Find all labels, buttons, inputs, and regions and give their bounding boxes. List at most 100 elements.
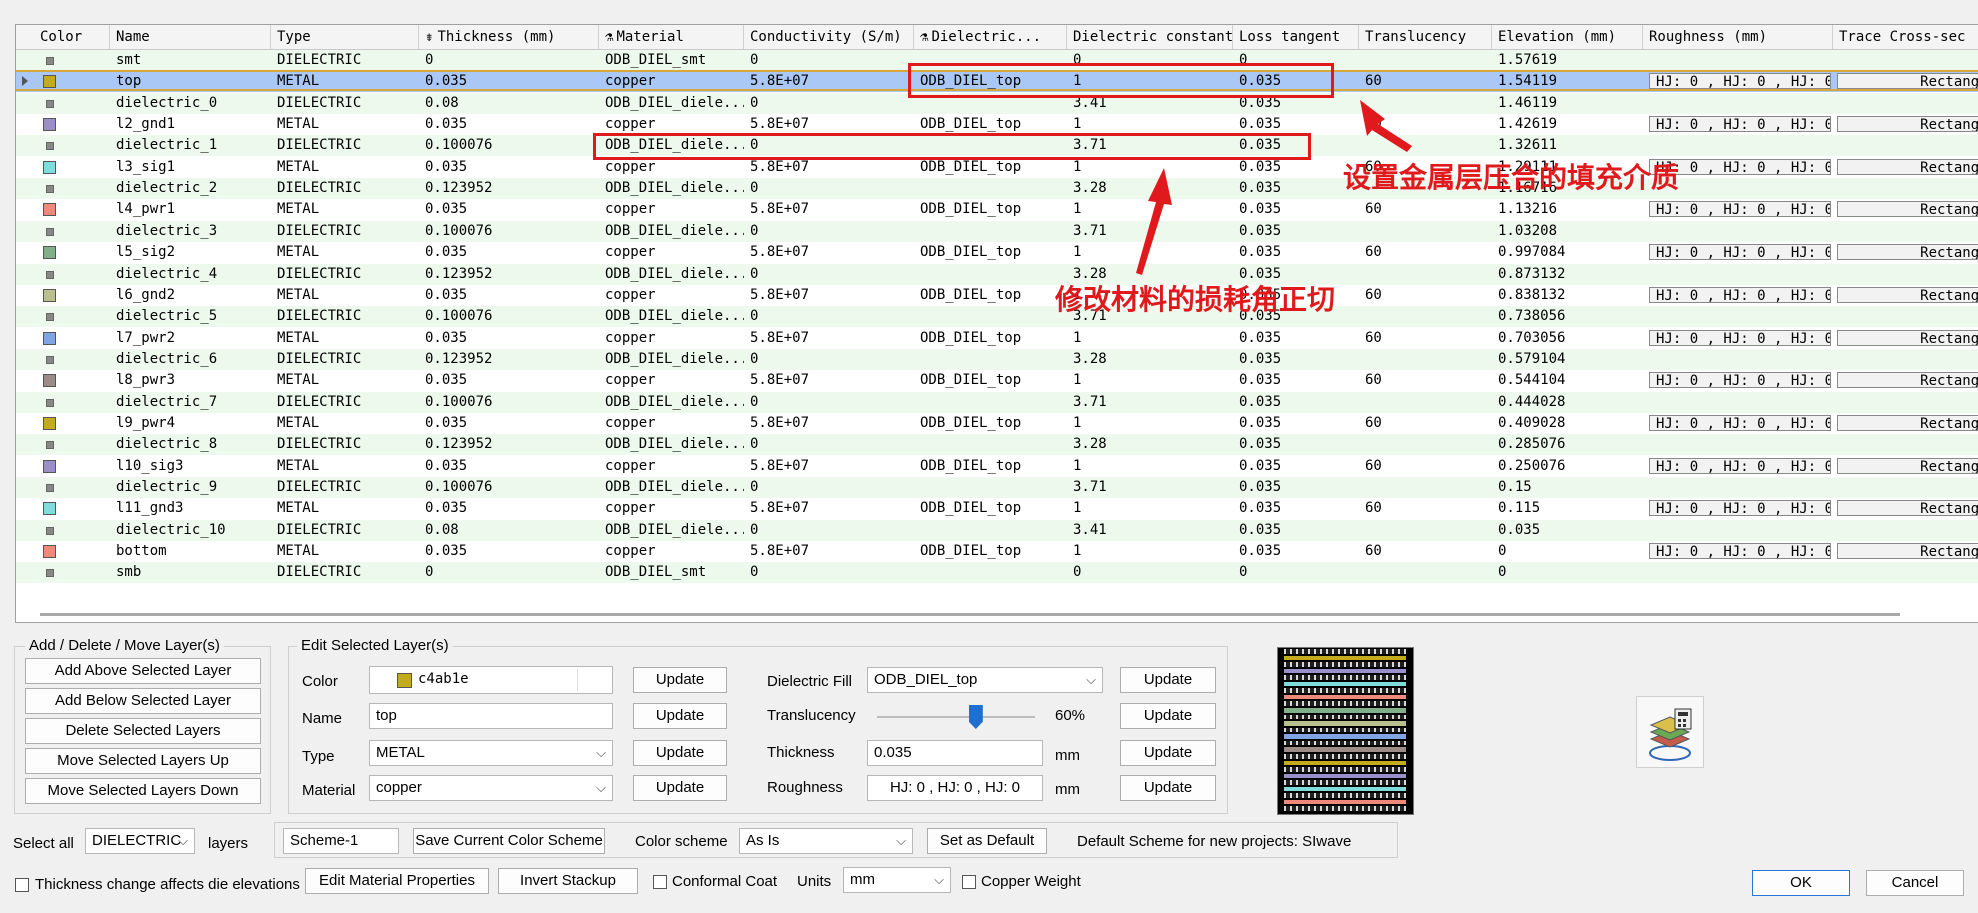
cell-elev[interactable]: 0.444028 (1492, 392, 1643, 413)
dielectric-fill-select[interactable]: ODB_DIEL_top ⌵ (867, 667, 1103, 693)
cell-material[interactable]: copper (599, 541, 744, 562)
layer-color-swatch[interactable] (43, 118, 56, 132)
cell-conductivity[interactable]: 0 (744, 349, 914, 370)
trace-cross-section-button[interactable]: Rectangle (1837, 329, 1978, 346)
stackup-3d-button[interactable] (1636, 696, 1704, 768)
units-select[interactable]: mm ⌵ (843, 867, 951, 893)
ok-button[interactable]: OK (1752, 870, 1850, 896)
table-row[interactable]: l6_gnd2 METAL 0.035 copper 5.8E+07 ODB_DIEL_t… (16, 284, 1978, 306)
cell-loss[interactable]: 0.035 (1233, 370, 1359, 391)
cell-type[interactable]: DIELECTRIC (271, 349, 419, 370)
cell-rough[interactable] (1643, 434, 1833, 455)
table-row[interactable]: dielectric_7 DIELECTRIC 0.100076 ODB_DIEL_d… (16, 391, 1978, 413)
cell-fill[interactable]: ODB_DIEL_top (914, 199, 1067, 220)
add-above-button[interactable]: Add Above Selected Layer (25, 658, 261, 684)
roughness-cell-button[interactable]: HJ: 0 , HJ: 0 , HJ: 0 (1649, 201, 1831, 218)
cell-loss[interactable]: 0.035 (1233, 541, 1359, 562)
cell-dk[interactable]: 1 (1067, 199, 1233, 220)
cell-fill[interactable]: ODB_DIEL_top (914, 242, 1067, 263)
cancel-button[interactable]: Cancel (1866, 870, 1964, 896)
cell-type[interactable]: METAL (271, 456, 419, 477)
cell-rough[interactable] (1643, 135, 1833, 156)
cell-rough[interactable] (1643, 264, 1833, 285)
cell-elev[interactable]: 1.46119 (1492, 93, 1643, 114)
edit-material-button[interactable]: Edit Material Properties (305, 868, 489, 894)
cell-name[interactable]: l7_pwr2 (110, 328, 271, 349)
cell-loss[interactable]: 0.035 (1233, 520, 1359, 541)
cell-type[interactable]: METAL (271, 242, 419, 263)
column-header-4[interactable]: ⚗ Material (599, 25, 744, 49)
select-all-type[interactable]: DIELECTRIC ⌵ (85, 828, 195, 854)
cell-thickness[interactable]: 0.100076 (419, 392, 599, 413)
cell-type[interactable]: METAL (271, 328, 419, 349)
cell-trace[interactable] (1833, 264, 1978, 285)
cell-transl[interactable]: 60 (1359, 413, 1492, 434)
cell-thickness[interactable]: 0.035 (419, 199, 599, 220)
cell-trace[interactable] (1833, 392, 1978, 413)
cell-rough[interactable] (1643, 306, 1833, 327)
cell-dk[interactable]: 1 (1067, 498, 1233, 519)
cell-loss[interactable]: 0.035 (1233, 349, 1359, 370)
cell-transl[interactable]: 60 (1359, 328, 1492, 349)
column-header-1[interactable]: Name (110, 25, 271, 49)
cell-loss[interactable]: 0.035 (1233, 199, 1359, 220)
cell-elev[interactable]: 0.15 (1492, 477, 1643, 498)
cell-conductivity[interactable]: 5.8E+07 (744, 242, 914, 263)
table-row[interactable]: l10_sig3 METAL 0.035 copper 5.8E+07 ODB_DIEL_… (16, 455, 1978, 477)
cell-name[interactable]: smb (110, 562, 271, 583)
cell-conductivity[interactable]: 5.8E+07 (744, 541, 914, 562)
cell-material[interactable]: ODB_DIEL_diele... (599, 93, 744, 114)
cell-type[interactable]: DIELECTRIC (271, 477, 419, 498)
table-row[interactable]: dielectric_3 DIELECTRIC 0.100076 ODB_DIEL_d… (16, 220, 1978, 242)
add-below-button[interactable]: Add Below Selected Layer (25, 688, 261, 714)
layer-color-swatch[interactable] (43, 203, 56, 217)
cell-elev[interactable]: 0.997084 (1492, 242, 1643, 263)
table-row[interactable]: l7_pwr2 METAL 0.035 copper 5.8E+07 ODB_DIEL_t… (16, 327, 1978, 349)
layer-color-swatch[interactable] (43, 75, 56, 89)
cell-loss[interactable]: 0.035 (1233, 477, 1359, 498)
table-row[interactable]: bottom METAL 0.035 copper 5.8E+07 ODB_DIEL_to… (16, 541, 1978, 563)
trace-cross-section-button[interactable]: Rectangle (1837, 201, 1978, 218)
update-name-button[interactable]: Update (633, 703, 727, 729)
cell-thickness[interactable]: 0.08 (419, 93, 599, 114)
cell-elev[interactable]: 0.250076 (1492, 456, 1643, 477)
cell-trace[interactable] (1833, 135, 1978, 156)
column-header-12[interactable]: Trace Cross-sec (1833, 25, 1978, 49)
cell-dk[interactable]: 0 (1067, 562, 1233, 583)
cell-conductivity[interactable]: 5.8E+07 (744, 498, 914, 519)
cell-elev[interactable]: 0.579104 (1492, 349, 1643, 370)
cell-thickness[interactable]: 0.035 (419, 114, 599, 135)
cell-transl[interactable] (1359, 93, 1492, 114)
cell-name[interactable]: dielectric_10 (110, 520, 271, 541)
column-header-10[interactable]: Elevation (mm) (1492, 25, 1643, 49)
cell-rough[interactable] (1643, 221, 1833, 242)
cell-trace[interactable] (1833, 221, 1978, 242)
layer-color-swatch[interactable] (43, 160, 56, 174)
cell-trace[interactable] (1833, 477, 1978, 498)
table-row[interactable]: l11_gnd3 METAL 0.035 copper 5.8E+07 ODB_DIEL_… (16, 498, 1978, 520)
cell-thickness[interactable]: 0.035 (419, 413, 599, 434)
cell-name[interactable]: l6_gnd2 (110, 285, 271, 306)
cell-fill[interactable] (914, 392, 1067, 413)
color-scheme-select[interactable]: As Is ⌵ (739, 828, 913, 854)
cell-trace[interactable] (1833, 349, 1978, 370)
cell-loss[interactable]: 0.035 (1233, 498, 1359, 519)
cell-fill[interactable] (914, 221, 1067, 242)
cell-conductivity[interactable]: 5.8E+07 (744, 199, 914, 220)
cell-loss[interactable]: 0.035 (1233, 178, 1359, 199)
cell-elev[interactable]: 0.703056 (1492, 328, 1643, 349)
roughness-field[interactable]: HJ: 0 , HJ: 0 , HJ: 0 (867, 775, 1043, 801)
cell-conductivity[interactable]: 0 (744, 306, 914, 327)
horizontal-scrollbar[interactable] (40, 613, 1900, 616)
table-row[interactable]: dielectric_6 DIELECTRIC 0.123952 ODB_DIEL_d… (16, 348, 1978, 370)
cell-elev[interactable]: 0.544104 (1492, 370, 1643, 391)
cell-transl[interactable] (1359, 349, 1492, 370)
cell-conductivity[interactable]: 5.8E+07 (744, 114, 914, 135)
layer-color-swatch[interactable] (43, 416, 56, 430)
column-header-8[interactable]: Loss tangent (1233, 25, 1359, 49)
cell-type[interactable]: DIELECTRIC (271, 392, 419, 413)
cell-name[interactable]: l2_gnd1 (110, 114, 271, 135)
cell-material[interactable]: copper (599, 199, 744, 220)
name-field[interactable]: top (369, 703, 613, 729)
cell-elev[interactable]: 0.738056 (1492, 306, 1643, 327)
